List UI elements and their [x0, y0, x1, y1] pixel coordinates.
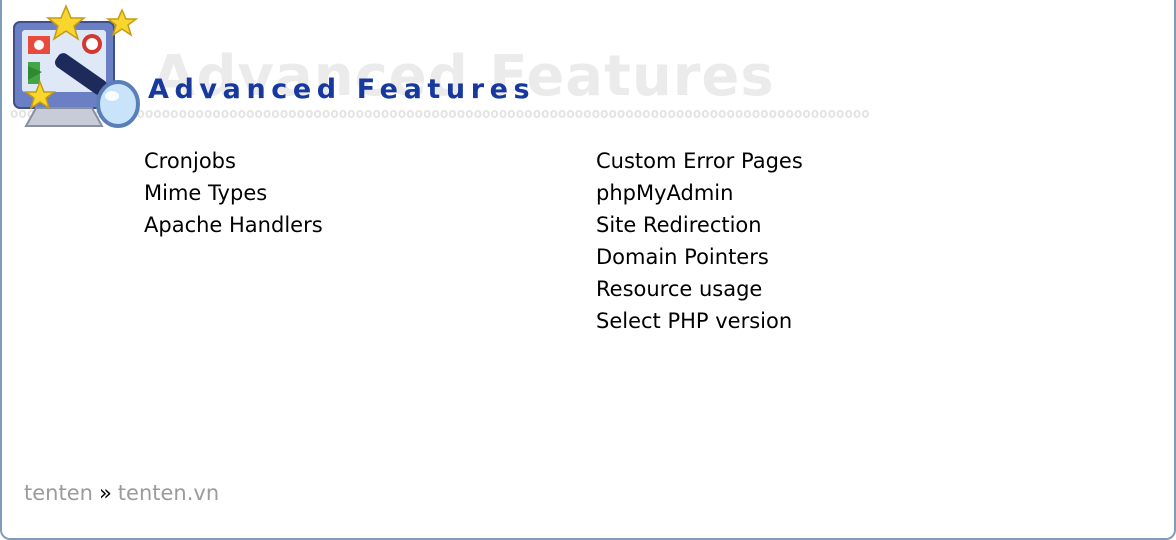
- advanced-features-panel: Advanced Features oooooooooooooooooooooo…: [0, 0, 1176, 540]
- features-left-column: Cronjobs Mime Types Apache Handlers: [144, 145, 323, 241]
- features-right-column: Custom Error Pages phpMyAdmin Site Redir…: [596, 145, 803, 337]
- feature-link-site-redirection[interactable]: Site Redirection: [596, 209, 803, 241]
- section-title: Advanced Features: [148, 74, 536, 105]
- feature-link-custom-error-pages[interactable]: Custom Error Pages: [596, 145, 803, 177]
- header-divider: oooooooooooooooooooooooooooooooooooooooo…: [10, 106, 870, 122]
- computer-stars-icon: [13, 4, 140, 128]
- breadcrumb: tenten» tenten.vn: [24, 478, 219, 508]
- breadcrumb-item-user[interactable]: tenten: [24, 481, 93, 505]
- feature-link-phpmyadmin[interactable]: phpMyAdmin: [596, 177, 803, 209]
- feature-link-mime-types[interactable]: Mime Types: [144, 177, 323, 209]
- feature-link-resource-usage[interactable]: Resource usage: [596, 273, 803, 305]
- breadcrumb-item-domain[interactable]: tenten.vn: [118, 481, 219, 505]
- section-header: Advanced Features oooooooooooooooooooooo…: [2, 0, 1102, 140]
- feature-link-domain-pointers[interactable]: Domain Pointers: [596, 241, 803, 273]
- feature-link-select-php-version[interactable]: Select PHP version: [596, 305, 803, 337]
- breadcrumb-separator: »: [98, 481, 112, 505]
- feature-link-cronjobs[interactable]: Cronjobs: [144, 145, 323, 177]
- feature-link-apache-handlers[interactable]: Apache Handlers: [144, 209, 323, 241]
